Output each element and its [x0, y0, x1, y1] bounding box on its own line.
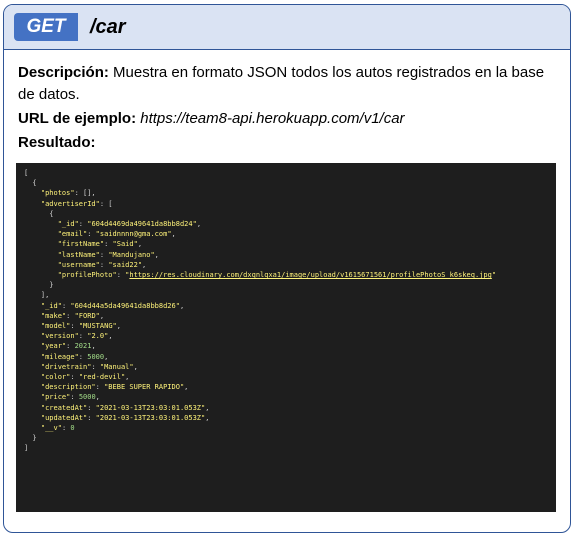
code-line: } — [24, 281, 54, 290]
code-line: "_id": "604d44a5da49641da8bb8d26", — [40, 301, 185, 310]
code-line: "lastName": "Mandujano", — [57, 250, 159, 259]
endpoint-path: /car — [90, 15, 126, 38]
code-line: ] — [24, 444, 29, 453]
description-label: Descripción: — [18, 64, 109, 81]
endpoint-body: Descripción: Muestra en formato JSON tod… — [4, 50, 570, 154]
code-line: [ — [24, 169, 29, 177]
code-line: "email": "saidnnnn@gma.com", — [57, 230, 176, 239]
result-line: Resultado: — [18, 132, 556, 154]
code-line: "mileage": 5000, — [40, 352, 109, 361]
example-label: URL de ejemplo: — [18, 110, 137, 127]
code-line: "photos": [], — [40, 189, 96, 198]
code-line: "profilePhoto": "https://res.cloudinary.… — [57, 271, 497, 280]
code-line: } — [24, 434, 37, 443]
code-line: "color": "red-devil", — [40, 373, 130, 382]
endpoint-card: GET /car Descripción: Muestra en formato… — [3, 4, 571, 533]
code-line: "model": "MUSTANG", — [40, 322, 121, 331]
method-badge: GET — [14, 13, 78, 41]
json-code-block: [ { "photos": [], "advertiserId": [ { "_… — [16, 163, 556, 512]
code-line: "description": "BEBE SUPER RAPIDO", — [40, 383, 189, 392]
endpoint-header: GET /car — [4, 5, 570, 50]
code-line: "firstName": "Said", — [57, 240, 143, 249]
example-line: URL de ejemplo: https://team8-api.heroku… — [18, 108, 556, 130]
description-line: Descripción: Muestra en formato JSON tod… — [18, 62, 556, 106]
code-line: "username": "said22", — [57, 260, 147, 269]
code-line: "__v": 0 — [40, 424, 75, 433]
profile-photo-link[interactable]: https://res.cloudinary.com/dxqnlqxa1/ima… — [129, 271, 491, 279]
code-line: ], — [24, 291, 50, 300]
code-line: "drivetrain": "Manual", — [40, 362, 138, 371]
code-line: "updatedAt": "2021-03-13T23:03:01.053Z", — [40, 413, 210, 422]
code-line: "price": 5000, — [40, 393, 100, 402]
code-line: { — [24, 209, 54, 218]
result-label: Resultado: — [18, 134, 96, 151]
code-line: "advertiserId": [ — [40, 199, 113, 208]
code-line: "createdAt": "2021-03-13T23:03:01.053Z", — [40, 403, 210, 412]
code-line: "year": 2021, — [40, 342, 96, 351]
code-line: { — [24, 179, 37, 188]
code-line: "_id": "604d4469da49641da8bb8d24", — [57, 220, 202, 229]
code-line: "version": "2.0", — [40, 332, 113, 341]
example-url[interactable]: https://team8-api.herokuapp.com/v1/car — [140, 110, 404, 127]
code-line: "make": "FORD", — [40, 311, 105, 320]
